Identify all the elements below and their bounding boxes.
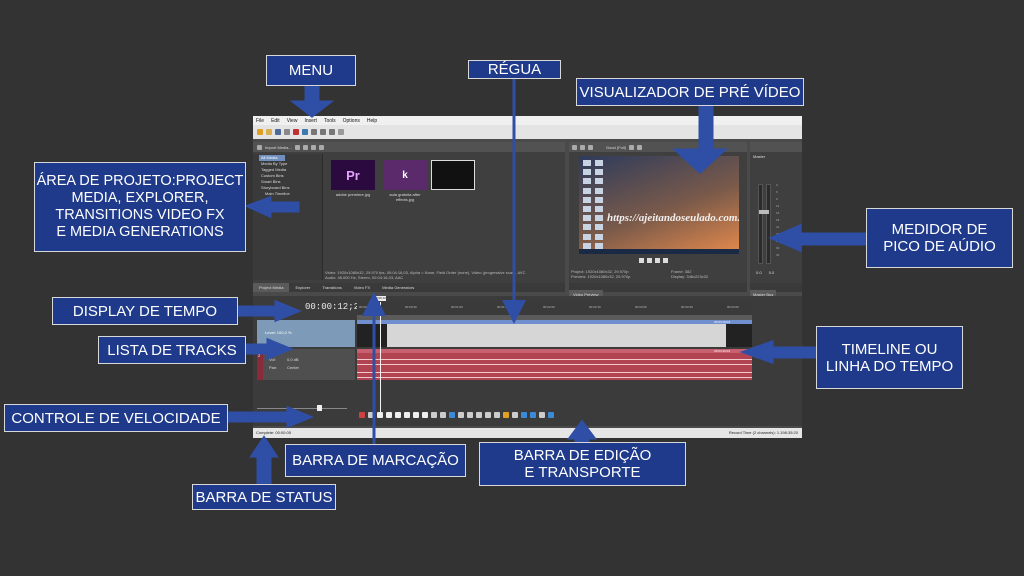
callout-controle-velocidade: CONTROLE DE VELOCIDADE xyxy=(4,404,228,432)
arrow-display-tempo xyxy=(236,299,302,323)
arrow-barra-status xyxy=(249,435,279,486)
callout-timeline: TIMELINE OU LINHA DO TEMPO xyxy=(816,326,963,389)
arrow-lista-tracks xyxy=(244,337,294,361)
callout-barra-edicao: BARRA DE EDIÇÃO E TRANSPORTE xyxy=(479,442,686,486)
arrow-visualizador xyxy=(672,104,728,175)
callout-display-tempo: DISPLAY DE TEMPO xyxy=(52,297,238,325)
callout-barra-marcacao: BARRA DE MARCAÇÃO xyxy=(285,444,466,477)
arrow-timeline xyxy=(739,339,818,365)
arrow-controle-velocidade xyxy=(226,405,314,429)
callout-area-projeto: ÁREA DE PROJETO:PROJECT MEDIA, EXPLORER,… xyxy=(34,162,246,252)
callout-lista-tracks: LISTA DE TRACKS xyxy=(98,336,246,364)
arrow-menu xyxy=(289,84,335,118)
callout-arrows xyxy=(226,79,868,486)
arrow-medidor xyxy=(768,223,868,253)
callout-barra-status: BARRA DE STATUS xyxy=(192,484,336,510)
callout-menu: MENU xyxy=(266,55,356,86)
callout-medidor: MEDIDOR DE PICO DE AÚDIO xyxy=(866,208,1013,268)
arrow-barra-edicao xyxy=(567,419,597,444)
callout-regua: RÉGUA xyxy=(468,60,561,79)
arrow-area-projeto xyxy=(244,195,300,219)
callout-visualizador: VISUALIZADOR DE PRÉ VÍDEO xyxy=(576,78,804,106)
